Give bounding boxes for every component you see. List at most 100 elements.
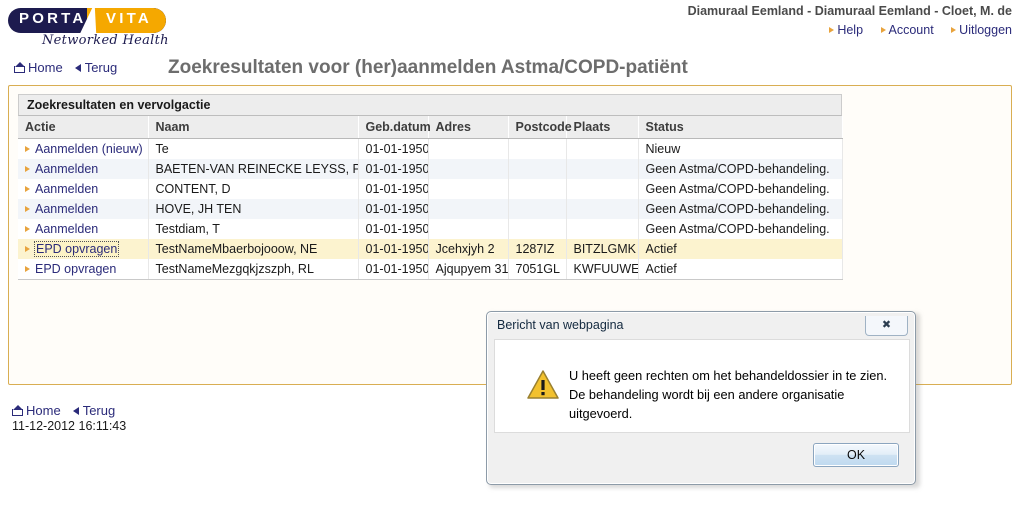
back-arrow-icon	[72, 407, 79, 415]
cell-adres	[428, 219, 509, 239]
cell-plaats: KWFUUWEJ	[566, 259, 639, 280]
cell-postcode	[508, 219, 567, 239]
cell-naam: HOVE, JH TEN	[148, 199, 359, 219]
arrow-right-icon	[25, 206, 30, 212]
cell-plaats	[566, 159, 639, 179]
footer-home-link[interactable]: Home	[12, 403, 61, 418]
cell-status: Geen Astma/COPD-behandeling.	[638, 199, 843, 219]
dialog-body: U heeft geen rechten om het behandeldoss…	[494, 339, 910, 433]
cell-adres: Jcehxjyh 2	[428, 239, 509, 259]
arrow-right-icon	[880, 27, 886, 33]
cell-actie: Aanmelden	[18, 159, 149, 179]
page-timestamp: 11-12-2012 16:11:43	[12, 419, 127, 433]
cell-actie: Aanmelden	[18, 219, 149, 239]
cell-adres	[428, 199, 509, 219]
page-title: Zoekresultaten voor (her)aanmelden Astma…	[168, 57, 688, 78]
cell-geb-datum: 01-01-1950	[358, 179, 429, 199]
cell-status: Geen Astma/COPD-behandeling.	[638, 159, 843, 179]
logout-link-label: Uitloggen	[959, 23, 1012, 37]
column-header-plaats[interactable]: Plaats	[566, 116, 639, 139]
logo-text-vita: VITA	[106, 10, 152, 27]
row-action-link[interactable]: Aanmelden	[35, 182, 98, 196]
dialog-message: U heeft geen rechten om het behandeldoss…	[569, 368, 887, 421]
table-row: EPD opvragen TestNameMezgqkjzszph, RL 01-0…	[18, 259, 843, 280]
footer-back-label: Terug	[82, 403, 116, 418]
cell-adres	[428, 138, 509, 159]
dialog-title: Bericht van webpagina	[497, 318, 624, 332]
table-row: Aanmelden (nieuw) Te 01-01-1950 Nieuw	[18, 138, 843, 159]
cell-naam: TestNameMbaerbojooow, NE	[148, 239, 359, 259]
account-link[interactable]: Account	[880, 23, 934, 37]
back-link-label: Terug	[84, 60, 118, 75]
footer-back-link[interactable]: Terug	[83, 403, 116, 418]
table-row: EPD opvragen TestNameMbaerbojooow, NE 01-0…	[18, 239, 843, 259]
row-action-link[interactable]: Aanmelden	[35, 222, 98, 236]
arrow-right-icon	[25, 186, 30, 192]
table-row: Aanmelden Testdiam, T 01-01-1950 Geen Astma…	[18, 219, 843, 239]
header-links: Help Account Uitloggen	[815, 23, 1012, 37]
table-row: Aanmelden HOVE, JH TEN 01-01-1950 Geen Astm…	[18, 199, 843, 219]
cell-postcode	[508, 199, 567, 219]
column-header-postcode[interactable]: Postcode	[508, 116, 572, 139]
cell-geb-datum: 01-01-1950	[358, 138, 429, 159]
help-link[interactable]: Help	[829, 23, 863, 37]
warning-triangle-icon	[527, 370, 559, 399]
arrow-right-icon	[829, 27, 835, 33]
back-arrow-icon	[74, 64, 81, 72]
home-icon	[14, 62, 25, 73]
table-header-row: Actie Naam Geb.datum Adres Postcode Plaa…	[18, 116, 843, 139]
row-action-link[interactable]: EPD opvragen	[33, 241, 120, 257]
cell-naam: Te	[148, 138, 359, 159]
cell-naam: TestNameMezgqkjzszph, RL	[148, 259, 359, 280]
logged-in-user-info: Diamuraal Eemland - Diamuraal Eemland - …	[687, 4, 1012, 18]
cell-plaats	[566, 199, 639, 219]
close-icon[interactable]: ✖	[865, 316, 908, 336]
row-action-link[interactable]: Aanmelden	[35, 202, 98, 216]
account-link-label: Account	[888, 23, 934, 37]
cell-postcode	[508, 138, 567, 159]
row-action-link[interactable]: EPD opvragen	[35, 262, 116, 276]
cell-status: Geen Astma/COPD-behandeling.	[638, 179, 843, 199]
help-link-label: Help	[837, 23, 864, 37]
row-action-link[interactable]: Aanmelden	[35, 162, 98, 176]
cell-postcode	[508, 159, 567, 179]
home-link-label: Home	[28, 60, 63, 75]
column-header-status[interactable]: Status	[638, 116, 843, 139]
cell-plaats	[566, 179, 639, 199]
column-header-actie[interactable]: Actie	[18, 116, 149, 139]
cell-postcode: 7051GL	[508, 259, 567, 280]
logout-link[interactable]: Uitloggen	[951, 23, 1012, 37]
cell-plaats	[566, 219, 639, 239]
cell-actie: Aanmelden (nieuw)	[18, 138, 149, 159]
results-block: Zoekresultaten en vervolgactie Actie Naa…	[18, 94, 843, 280]
home-icon	[12, 405, 23, 416]
cell-geb-datum: 01-01-1950	[358, 159, 429, 179]
column-header-adres[interactable]: Adres	[428, 116, 509, 139]
cell-adres: Ajqupyem 31	[428, 259, 509, 280]
table-row: Aanmelden BAETEN-VAN REINECKE LEYSS, PM 01…	[18, 159, 843, 179]
portavita-logo: PORTA VITA Networked Health	[6, 3, 171, 52]
breadcrumb: Home Terug	[14, 60, 117, 75]
cell-geb-datum: 01-01-1950	[358, 259, 429, 280]
cell-adres	[428, 159, 509, 179]
table-row: Aanmelden CONTENT, D 01-01-1950 Geen Astma/…	[18, 179, 843, 199]
logo-text-porta: PORTA	[19, 10, 87, 27]
cell-geb-datum: 01-01-1950	[358, 219, 429, 239]
home-link[interactable]: Home	[14, 60, 63, 75]
application-page: PORTA VITA Networked Health Diamuraal Ee…	[0, 0, 1020, 506]
cell-actie: Aanmelden	[18, 199, 149, 219]
row-action-link[interactable]: Aanmelden (nieuw)	[35, 142, 143, 156]
ok-button[interactable]: OK	[813, 443, 899, 467]
cell-status: Geen Astma/COPD-behandeling.	[638, 219, 843, 239]
column-header-naam[interactable]: Naam	[148, 116, 359, 139]
results-table: Actie Naam Geb.datum Adres Postcode Plaa…	[18, 116, 843, 280]
cell-status: Nieuw	[638, 138, 843, 159]
cell-naam: CONTENT, D	[148, 179, 359, 199]
cell-actie: Aanmelden	[18, 179, 149, 199]
arrow-right-icon	[25, 146, 30, 152]
cell-plaats: BITZLGMK	[566, 239, 639, 259]
back-link[interactable]: Terug	[85, 60, 118, 75]
arrow-right-icon	[25, 226, 30, 232]
column-header-geb-datum[interactable]: Geb.datum	[358, 116, 431, 139]
cell-geb-datum: 01-01-1950	[358, 199, 429, 219]
